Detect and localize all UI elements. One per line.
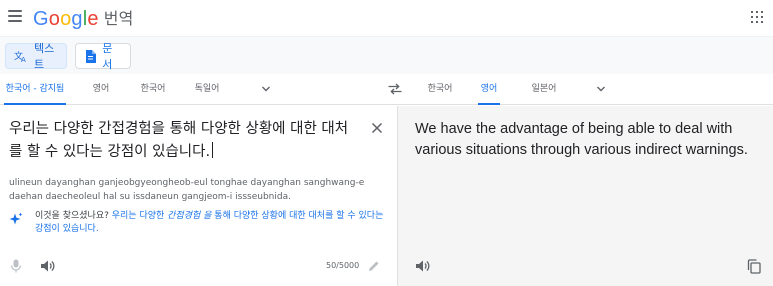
document-mode-button[interactable]: 문서 [75, 42, 131, 71]
source-text: 우리는 다양한 간접경험을 통해 다양한 상황에 대한 대처를 할 수 있다는 … [9, 121, 349, 160]
mode-bar: 文A 텍스트 문서 [0, 36, 773, 74]
source-lang-english[interactable]: 영어 [88, 74, 114, 105]
source-lang-german[interactable]: 독일어 [190, 74, 224, 105]
source-lang-korean[interactable]: 한국어 [136, 74, 170, 105]
translate-icon: 文A [14, 49, 28, 63]
document-icon [84, 49, 96, 63]
source-listen-speaker-icon[interactable] [40, 259, 55, 273]
target-lang-japanese[interactable]: 일본어 [529, 74, 559, 105]
suggestion-prefix: 이것을 찾으셨나요? [35, 211, 112, 221]
document-mode-label: 문서 [102, 42, 113, 71]
translated-text: We have the advantage of being able to d… [415, 121, 748, 158]
target-listen-speaker-icon[interactable] [415, 259, 430, 273]
sparkle-icon [9, 212, 23, 225]
google-translate-logo[interactable]: Google 번역 [33, 6, 134, 31]
apps-grid-icon[interactable] [751, 11, 763, 23]
target-lang-more-chevron-down-icon[interactable] [596, 84, 606, 94]
edit-pencil-icon[interactable] [368, 260, 380, 272]
language-bar: 한국어 - 감지됨 영어 한국어 독일어 한국어 영어 일본어 [0, 74, 773, 105]
svg-text:A: A [21, 56, 26, 63]
text-caret [212, 142, 214, 158]
source-romanization: ulineun dayanghan ganjeobgyeongheob-eul … [9, 178, 365, 202]
text-mode-button[interactable]: 文A 텍스트 [5, 42, 67, 71]
target-lang-english[interactable]: 영어 [478, 74, 500, 105]
source-panel: 우리는 다양한 간접경험을 통해 다양한 상황에 대한 대처를 할 수 있다는 … [0, 106, 396, 286]
product-name: 번역 [103, 11, 134, 28]
swap-languages-icon[interactable] [388, 83, 402, 95]
source-lang-more-chevron-down-icon[interactable] [261, 84, 271, 94]
did-you-mean-suggestion: 이것을 찾으셨나요? 우리는 다양한 간접경험 을 통해 다양한 상황에 대한 … [9, 210, 389, 236]
target-lang-korean[interactable]: 한국어 [426, 74, 454, 105]
character-counter: 50/5000 [326, 261, 360, 270]
target-panel: We have the advantage of being able to d… [397, 106, 773, 286]
text-mode-label: 텍스트 [34, 42, 55, 71]
copy-translation-icon[interactable] [747, 259, 761, 274]
clear-source-close-icon[interactable] [371, 122, 383, 134]
source-text-input[interactable]: 우리는 다양한 간접경험을 통해 다양한 상황에 대한 대처를 할 수 있다는 … [9, 118, 359, 164]
source-lang-detected[interactable]: 한국어 - 감지됨 [4, 74, 66, 105]
microphone-icon[interactable] [10, 259, 22, 273]
top-app-bar: Google 번역 [0, 0, 773, 36]
hamburger-icon[interactable] [8, 10, 22, 22]
